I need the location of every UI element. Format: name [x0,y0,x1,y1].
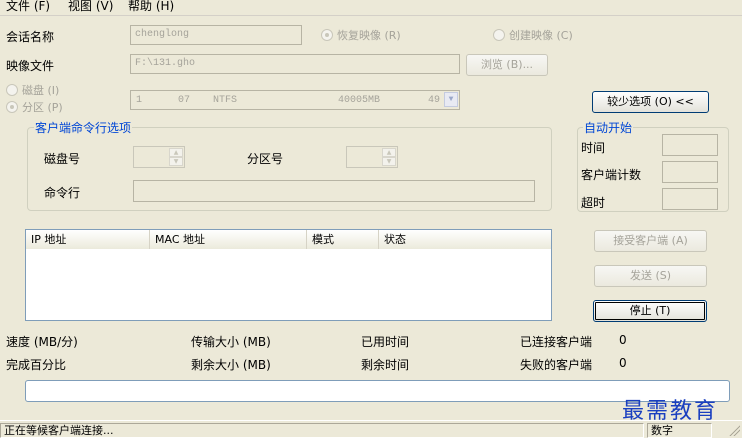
disk-no-label: 磁盘号 [44,152,81,166]
spin-up-icon[interactable]: ▲ [169,148,183,157]
partition-no-label: 分区号 [247,152,284,166]
time-label: 时间 [581,141,606,155]
partition-type: 07 [178,95,191,106]
failed-clients-value: 0 [619,356,627,370]
connected-clients-value: 0 [619,333,627,347]
spin-down-icon[interactable]: ▼ [169,157,183,166]
cmdline-field[interactable] [133,180,535,202]
send-button[interactable]: 发送 (S) [594,265,707,287]
timeout-field[interactable] [662,188,718,210]
restore-image-label: 恢复映像 (R) [337,29,401,42]
partition-radio[interactable] [6,101,18,113]
col-ip-address[interactable]: IP 地址 [26,230,150,249]
remaining-size-label: 剩余大小 (MB) [191,358,271,372]
resize-grip-icon[interactable] [728,424,740,436]
stop-button[interactable]: 停止 (T) [593,300,707,322]
timeout-label: 超时 [581,196,606,210]
less-options-button[interactable]: 较少选项 (O) << [592,91,709,113]
partition-size: 40005MB [338,95,381,106]
auto-start-group-title: 自动开始 [583,119,634,136]
client-count-label: 客户端计数 [581,168,642,182]
disk-no-spinner[interactable]: ▲ ▼ [133,146,185,168]
elapsed-time-label: 已用时间 [361,335,410,349]
time-field[interactable] [662,134,718,156]
client-cmd-group-title: 客户端命令行选项 [34,119,133,136]
client-list[interactable]: IP 地址 MAC 地址 模式 状态 [25,229,552,321]
col-status[interactable]: 状态 [379,230,551,249]
partition-radio-label: 分区 (P) [22,101,63,114]
partition-index: 1 [136,95,143,106]
image-file-field[interactable]: F:\131.gho [130,54,460,74]
partition-extra: 49 [428,95,441,106]
status-bar: 正在等候客户端连接... 数字 [0,420,742,438]
cmdline-label: 命令行 [44,186,81,200]
image-file-label: 映像文件 [6,59,55,73]
speed-label: 速度 (MB/分) [6,335,78,349]
session-name-label: 会话名称 [6,30,55,44]
menu-view[interactable]: 视图 (V) [68,0,113,14]
create-image-label: 创建映像 (C) [509,29,573,42]
accept-clients-button[interactable]: 接受客户端 (A) [594,230,707,252]
col-mode[interactable]: 模式 [307,230,379,249]
partition-no-spinner[interactable]: ▲ ▼ [346,146,398,168]
restore-image-radio[interactable] [321,29,333,41]
session-name-field[interactable]: chenglong [130,25,302,45]
disk-radio[interactable] [6,84,18,96]
status-mode: 数字 [647,423,712,438]
disk-radio-label: 磁盘 (I) [22,84,60,97]
partition-fs: NTFS [213,95,238,106]
status-message: 正在等候客户端连接... [0,423,644,438]
percent-complete-label: 完成百分比 [6,358,67,372]
spin-up-icon[interactable]: ▲ [382,148,396,157]
col-mac-address[interactable]: MAC 地址 [150,230,307,249]
menu-bar: 文件 (F) 视图 (V) 帮助 (H) [0,0,742,16]
failed-clients-label: 失败的客户端 [520,358,593,372]
menu-file[interactable]: 文件 (F) [6,0,50,14]
browse-button[interactable]: 浏览 (B)... [466,54,548,76]
remaining-time-label: 剩余时间 [361,358,410,372]
chevron-down-icon[interactable]: ▼ [444,92,458,107]
partition-select[interactable]: 1 07 NTFS 40005MB 49 ▼ [130,90,460,110]
menu-help[interactable]: 帮助 (H) [128,0,174,14]
connected-clients-label: 已连接客户端 [520,335,593,349]
spin-down-icon[interactable]: ▼ [382,157,396,166]
transfer-size-label: 传输大小 (MB) [191,335,271,349]
client-count-field[interactable] [662,161,718,183]
create-image-radio[interactable] [493,29,505,41]
